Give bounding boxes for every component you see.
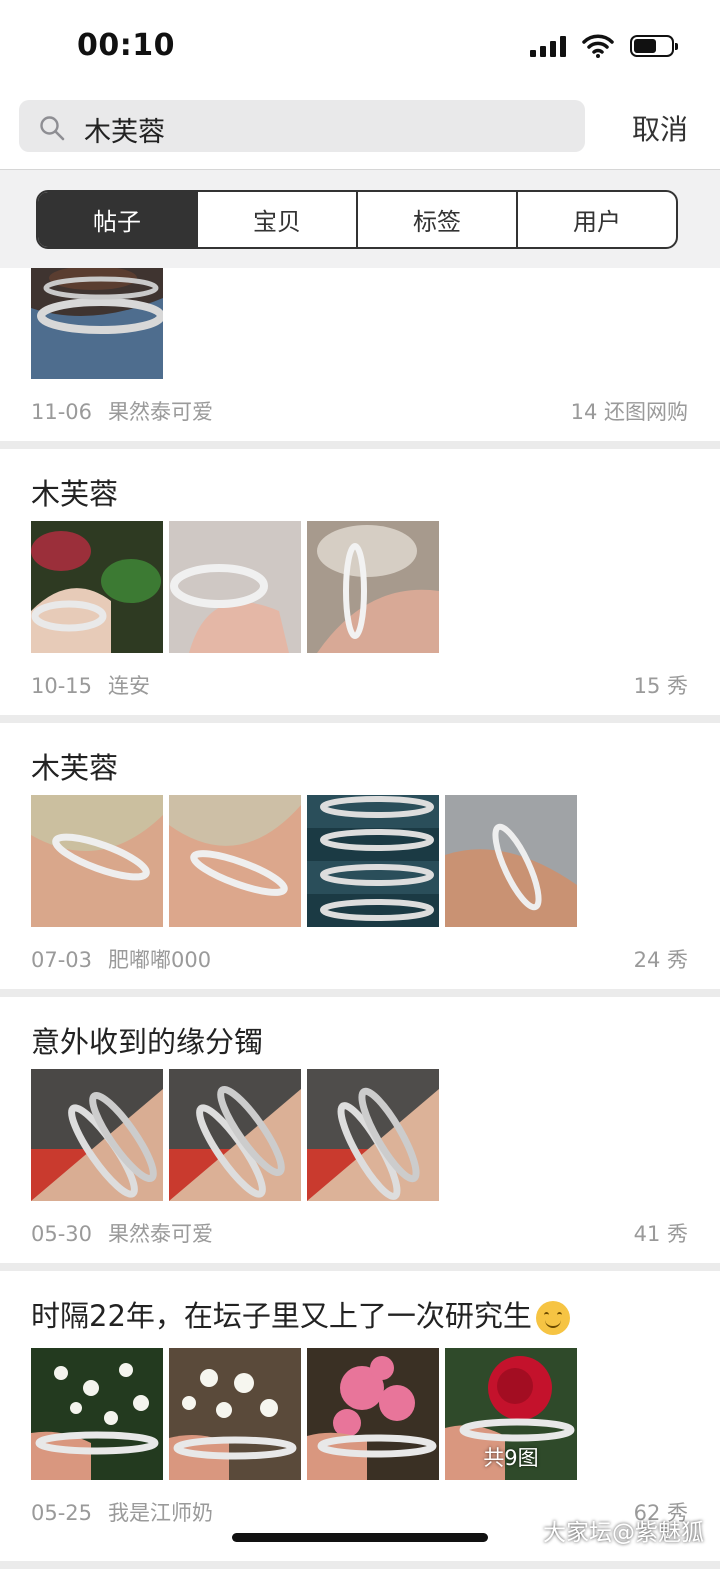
post-images: 共9图 [31,1348,577,1480]
post-date: 05-25 [31,1501,93,1525]
status-icons [530,34,678,58]
post-stats: 15 秀 [633,674,688,698]
post-image[interactable] [31,1069,163,1201]
tab-posts[interactable]: 帖子 [38,192,196,247]
post-stats: 41 秀 [633,1222,688,1246]
post-image[interactable] [169,1069,301,1201]
post-author[interactable]: 肥嘟嘟000 [108,948,211,972]
post-author[interactable]: 我是江师奶 [108,1501,213,1525]
post-images [31,1069,439,1201]
post-image[interactable] [31,1348,163,1480]
post-image[interactable] [307,795,439,927]
post-title[interactable]: 木芙蓉 [31,471,118,513]
post-card[interactable]: 木芙蓉 10-15 连安 15 秀 [0,449,720,715]
post-image[interactable] [307,1069,439,1201]
post-date: 11-06 [31,400,93,424]
post-list: 11-06 果然泰可爱 14 还图网购 木芙蓉 10-15 连安 15 秀 木芙… [0,268,720,1569]
tab-tags[interactable]: 标签 [356,192,516,247]
post-meta: 10-15 连安 15 秀 [31,670,688,700]
post-title-text: 时隔22年，在坛子里又上了一次研究生 [31,1299,532,1333]
post-image[interactable] [169,521,301,653]
search-query: 木芙蓉 [84,117,165,148]
post-date: 05-30 [31,1222,93,1246]
wifi-icon [582,34,614,58]
post-images [31,268,163,379]
post-image[interactable] [31,268,163,379]
post-meta: 11-06 果然泰可爱 14 还图网购 [31,396,688,426]
post-title[interactable]: 意外收到的缘分镯 [31,1019,263,1061]
segmented-control: 帖子 宝贝 标签 用户 [36,190,678,249]
post-author[interactable]: 连安 [108,674,150,698]
cancel-button[interactable]: 取消 [632,108,688,148]
post-meta: 07-03 肥嘟嘟000 24 秀 [31,944,688,974]
battery-level [634,39,656,53]
search-bar: 木芙蓉 取消 [0,96,720,170]
image-count-label: 共9图 [483,1446,539,1470]
post-image[interactable] [31,795,163,927]
watermark: 大家坛@紫魅狐 [543,1520,704,1546]
post-images [31,521,439,653]
post-stats: 24 秀 [633,948,688,972]
post-image[interactable] [169,1348,301,1480]
post-image[interactable] [307,1348,439,1480]
post-author[interactable]: 果然泰可爱 [108,400,213,424]
battery-icon [630,35,678,57]
post-image[interactable] [445,795,577,927]
post-image[interactable] [307,521,439,653]
post-date: 10-15 [31,674,93,698]
home-indicator[interactable] [232,1533,488,1542]
post-image[interactable] [31,521,163,653]
post-meta: 05-30 果然泰可爱 41 秀 [31,1218,688,1248]
post-stats: 14 还图网购 [570,400,688,424]
post-card[interactable]: 11-06 果然泰可爱 14 还图网购 [0,268,720,441]
search-input[interactable]: 木芙蓉 [19,100,585,152]
tab-bar: 帖子 宝贝 标签 用户 [0,170,720,268]
status-time: 00:10 [77,28,175,63]
post-image[interactable]: 共9图 [445,1348,577,1480]
post-image[interactable] [169,795,301,927]
search-icon [40,116,65,141]
post-date: 07-03 [31,948,93,972]
post-images [31,795,577,927]
smiling-face-icon [535,1301,570,1335]
cellular-signal-icon [530,35,566,57]
post-author[interactable]: 果然泰可爱 [108,1222,213,1246]
post-title[interactable]: 时隔22年，在坛子里又上了一次研究生 [31,1293,570,1335]
post-title[interactable]: 木芙蓉 [31,745,118,787]
tab-users[interactable]: 用户 [516,192,676,247]
post-card[interactable]: 意外收到的缘分镯 05-30 果然泰可爱 41 秀 [0,997,720,1263]
status-bar: 00:10 [0,0,720,96]
tab-items[interactable]: 宝贝 [196,192,356,247]
post-card[interactable]: 木芙蓉 07-03 肥嘟嘟000 24 秀 [0,723,720,989]
